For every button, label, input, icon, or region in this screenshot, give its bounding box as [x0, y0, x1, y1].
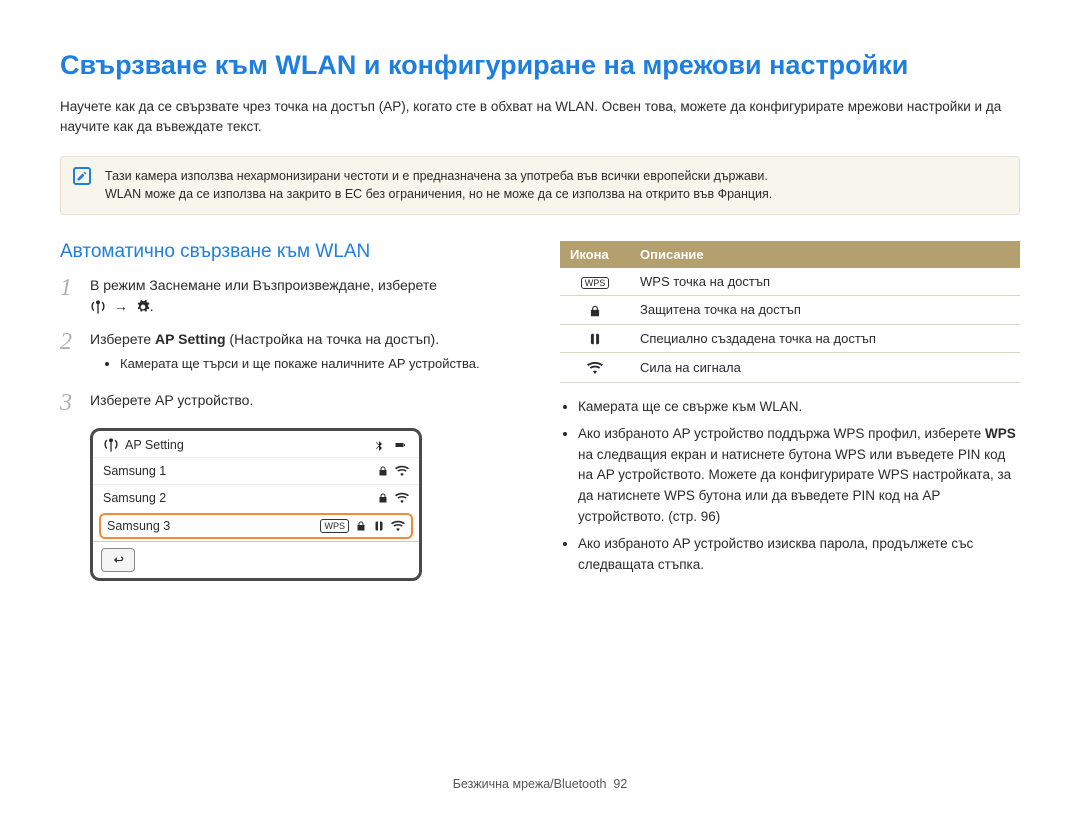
- lock-icon: [377, 465, 389, 477]
- note-box: Тази камера използва нехармонизирани чес…: [60, 156, 1020, 216]
- footer-page: 92: [613, 777, 627, 791]
- step-2-bold: AP Setting: [155, 331, 226, 347]
- step-2-bullet: Камерата ще търси и ще покаже наличните …: [120, 354, 520, 374]
- table-desc: WPS точка на достъп: [630, 268, 1020, 296]
- back-button[interactable]: [101, 548, 135, 572]
- table-desc: Сила на сигнала: [630, 353, 1020, 383]
- special-icon: [373, 520, 385, 532]
- table-desc: Специално създадена точка на достъп: [630, 324, 1020, 353]
- bluetooth-icon: [373, 439, 385, 451]
- rb2-b: на следващия екран и натиснете бутона WP…: [578, 447, 1011, 525]
- step-2-text-a: Изберете: [90, 331, 155, 347]
- step-1-text: В режим Заснемане или Възпроизвеждане, и…: [90, 277, 437, 293]
- right-bullet-list: Камерата ще се свърже към WLAN. Ако избр…: [578, 397, 1020, 576]
- device-row[interactable]: Samsung 2: [93, 484, 419, 511]
- wps-badge: WPS: [320, 519, 349, 533]
- note-line-1: Тази камера използва нехармонизирани чес…: [105, 167, 1005, 186]
- table-row: Специално създадена точка на достъп: [560, 324, 1020, 353]
- wifi-icon: [587, 360, 603, 376]
- device-row[interactable]: Samsung 1: [93, 457, 419, 484]
- battery-icon: [391, 439, 409, 451]
- section-heading: Автоматично свързване към WLAN: [60, 241, 520, 263]
- page-footer: Безжична мрежа/Bluetooth 92: [0, 777, 1080, 791]
- table-row: Сила на сигнала: [560, 353, 1020, 383]
- table-desc: Защитена точка на достъп: [630, 296, 1020, 325]
- step-3-text: Изберете AP устройство.: [90, 390, 520, 416]
- wifi-icon: [395, 464, 409, 478]
- step-num-2: 2: [60, 329, 80, 378]
- rb2-bold: WPS: [985, 426, 1016, 441]
- device-row-name: Samsung 3: [107, 519, 170, 533]
- wifi-icon: [391, 519, 405, 533]
- device-screenshot: AP Setting Samsung 1 Samsung 2: [90, 428, 422, 581]
- device-row-selected[interactable]: Samsung 3 WPS: [99, 513, 413, 539]
- table-row: Защитена точка на достъп: [560, 296, 1020, 325]
- step-num-3: 3: [60, 390, 80, 416]
- note-line-2: WLAN може да се използва на закрито в ЕС…: [105, 185, 1005, 204]
- step-1: 1 В режим Заснемане или Възпроизвеждане,…: [60, 275, 520, 317]
- lock-icon: [588, 304, 602, 318]
- step-2-text-b: (Настройка на точка на достъп).: [226, 331, 440, 347]
- table-header-icon: Икона: [560, 241, 630, 268]
- device-header-label: AP Setting: [125, 438, 184, 452]
- icon-description-table: Икона Описание WPS WPS точка на достъп З…: [560, 241, 1020, 383]
- right-bullet: Ако избраното AP устройство поддържа WPS…: [578, 424, 1020, 529]
- lock-icon: [355, 520, 367, 532]
- device-row-name: Samsung 2: [103, 491, 166, 505]
- lock-icon: [377, 492, 389, 504]
- antenna-icon: [90, 299, 106, 315]
- step-num-1: 1: [60, 275, 80, 317]
- gear-icon: [136, 300, 150, 314]
- rb2-a: Ако избраното AP устройство поддържа WPS…: [578, 426, 985, 441]
- page-title: Свързване към WLAN и конфигуриране на мр…: [60, 50, 1020, 81]
- right-bullet: Камерата ще се свърже към WLAN.: [578, 397, 1020, 418]
- wps-badge: WPS: [581, 277, 610, 289]
- intro-text: Научете как да се свързвате чрез точка н…: [60, 97, 1020, 138]
- table-row: WPS WPS точка на достъп: [560, 268, 1020, 296]
- step-3: 3 Изберете AP устройство.: [60, 390, 520, 416]
- device-header: AP Setting: [93, 431, 419, 457]
- right-bullet: Ако избраното AP устройство изисква паро…: [578, 534, 1020, 576]
- antenna-icon: [103, 437, 119, 453]
- arrow: →: [114, 298, 132, 314]
- note-icon: [73, 167, 91, 185]
- wifi-icon: [395, 491, 409, 505]
- step-2: 2 Изберете AP Setting (Настройка на точк…: [60, 329, 520, 378]
- device-footer: [93, 541, 419, 578]
- device-row-name: Samsung 1: [103, 464, 166, 478]
- special-icon: [588, 332, 602, 346]
- step-1-end: .: [150, 298, 154, 314]
- footer-section: Безжична мрежа/Bluetooth: [453, 777, 607, 791]
- table-header-desc: Описание: [630, 241, 1020, 268]
